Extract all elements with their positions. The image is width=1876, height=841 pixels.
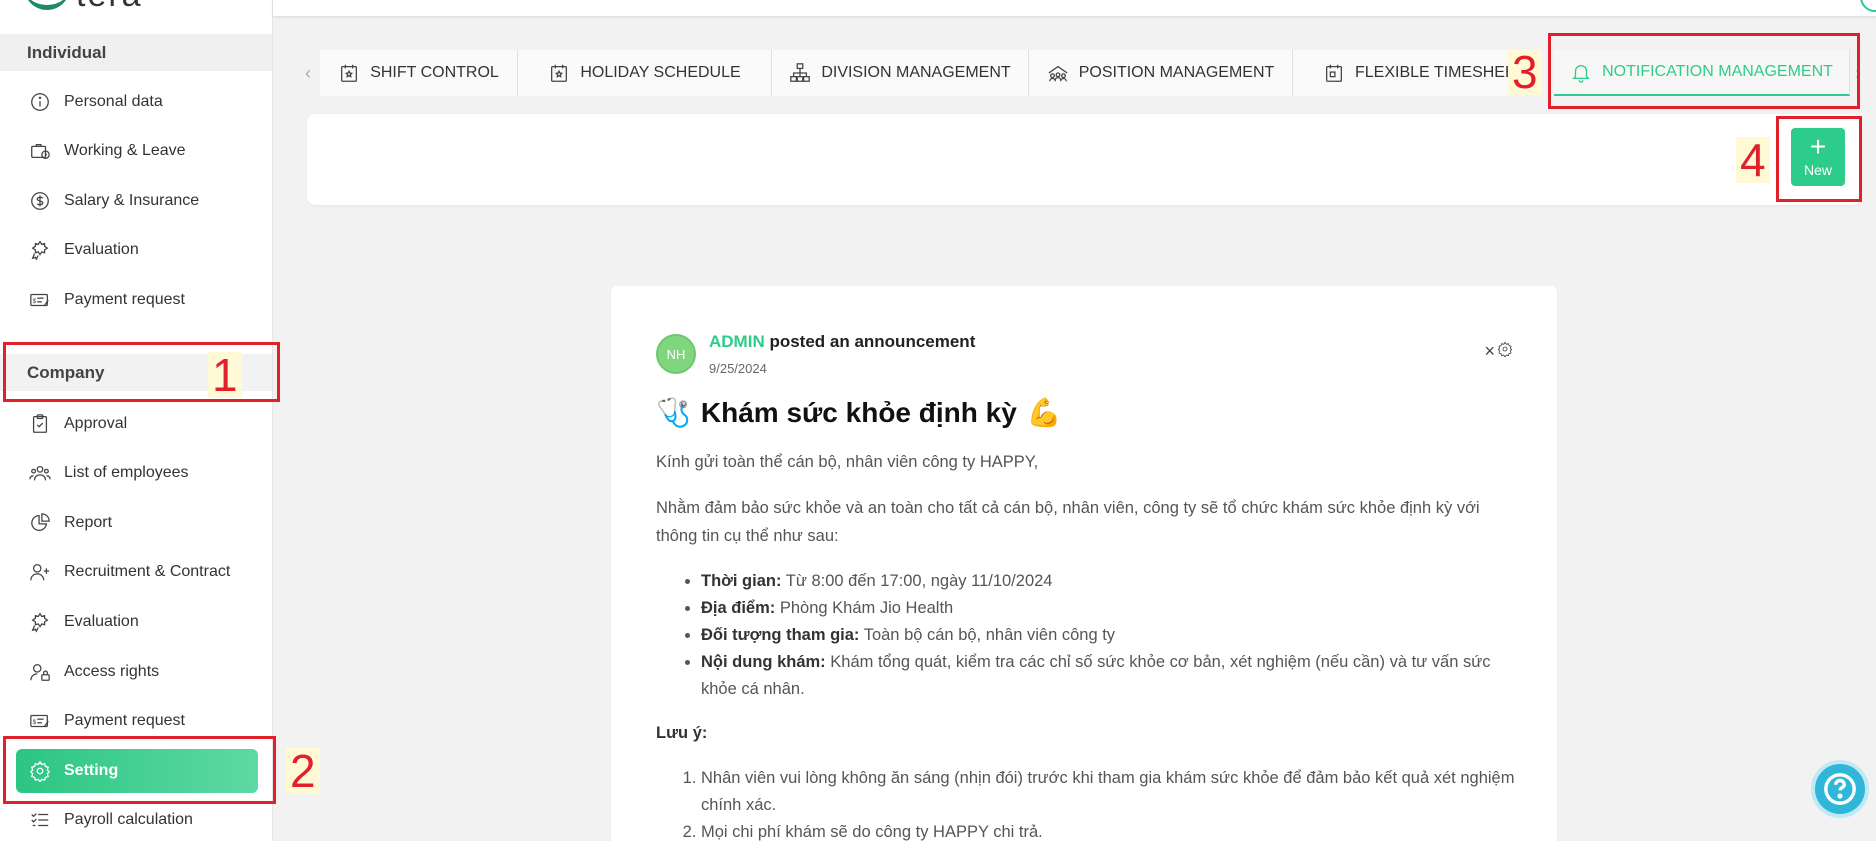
list-item: Nội dung khám: Khám tổng quát, kiểm tra … xyxy=(701,649,1516,703)
sidebar-item-access-rights[interactable]: Access rights xyxy=(0,652,272,692)
sidebar-item-approval[interactable]: Approval xyxy=(0,404,272,444)
sidebar-item-report[interactable]: Report xyxy=(0,503,272,543)
post-author[interactable]: ADMIN xyxy=(709,332,765,351)
annotation-number-4: 4 xyxy=(1736,137,1770,183)
tab-label: SHIFT CONTROL xyxy=(370,64,499,81)
sidebar-item-personal-data[interactable]: Personal data xyxy=(0,82,272,122)
tab-holiday-schedule[interactable]: HOLIDAY SCHEDULE xyxy=(518,50,772,96)
annotation-box-4 xyxy=(1776,116,1862,202)
sidebar-item-label: Payment request xyxy=(64,291,185,308)
sidebar-item-payroll-calculation[interactable]: Payroll calculation xyxy=(0,800,272,840)
brand-logo[interactable]: tera xyxy=(24,0,143,12)
tab-flexible-timesheet[interactable]: FLEXIBLE TIMESHEET xyxy=(1293,50,1527,96)
announcement-card: NH ADMIN posted an announcement 9/25/202… xyxy=(611,286,1557,841)
sidebar-item-salary-insurance[interactable]: Salary & Insurance xyxy=(0,181,272,221)
list-item: Địa điểm: Phòng Khám Jio Health xyxy=(701,595,1516,622)
sidebar: tera Individual Personal data Working & … xyxy=(0,0,273,841)
sidebar-item-company-payment-request[interactable]: $ Payment request xyxy=(0,701,272,741)
sidebar-item-label: Evaluation xyxy=(64,241,139,258)
tab-label: POSITION MANAGEMENT xyxy=(1078,64,1275,81)
gear-icon[interactable] xyxy=(1497,341,1513,362)
post-body: Kính gửi toàn thể cán bộ, nhân viên công… xyxy=(656,448,1516,841)
sidebar-item-list-of-employees[interactable]: List of employees xyxy=(0,453,272,493)
post-date: 9/25/2024 xyxy=(709,361,767,376)
evaluation-icon xyxy=(28,610,52,634)
user-avatar[interactable] xyxy=(1860,0,1876,12)
clipboard-check-icon xyxy=(28,412,52,436)
position-icon xyxy=(1047,62,1069,84)
list-item: Thời gian: Từ 8:00 đến 17:00, ngày 11/10… xyxy=(701,568,1516,595)
user-add-icon xyxy=(28,560,52,584)
list-item: Đối tượng tham gia: Toàn bộ cán bộ, nhân… xyxy=(701,622,1516,649)
briefcase-clock-icon xyxy=(28,139,52,163)
post-action: posted an announcement xyxy=(764,332,976,351)
list-item: Nhân viên vui lòng không ăn sáng (nhịn đ… xyxy=(701,765,1516,819)
user-lock-icon xyxy=(28,660,52,684)
sidebar-item-label: Approval xyxy=(64,415,128,432)
sidebar-item-label: Recruitment & Contract xyxy=(64,563,231,580)
tab-scroll-left-icon[interactable]: ‹ xyxy=(296,63,320,84)
users-icon xyxy=(28,461,52,485)
dollar-icon xyxy=(28,189,52,213)
payment-icon: $ xyxy=(28,709,52,733)
tab-position-management[interactable]: POSITION MANAGEMENT xyxy=(1029,50,1293,96)
post-notes-list: Nhân viên vui lòng không ăn sáng (nhịn đ… xyxy=(701,765,1516,841)
post-intro: Nhằm đảm bảo sức khỏe và an toàn cho tất… xyxy=(656,499,1480,545)
tab-label: FLEXIBLE TIMESHEET xyxy=(1355,64,1526,81)
sidebar-item-label: Access rights xyxy=(64,663,160,680)
post-title-text: Khám sức khỏe định kỳ xyxy=(700,396,1017,428)
section-header-individual: Individual xyxy=(0,34,272,71)
svg-text:$: $ xyxy=(33,298,37,305)
org-chart-icon xyxy=(789,62,811,84)
toolbar-card: + New xyxy=(307,114,1860,205)
annotation-box-2 xyxy=(3,736,276,804)
svg-text:$: $ xyxy=(33,719,37,726)
pie-chart-icon xyxy=(28,511,52,535)
tab-label: HOLIDAY SCHEDULE xyxy=(580,64,741,81)
evaluation-icon xyxy=(28,238,52,262)
tab-shift-control[interactable]: SHIFT CONTROL xyxy=(320,50,518,96)
sidebar-item-label: Report xyxy=(64,514,113,531)
sidebar-item-label: Evaluation xyxy=(64,613,139,630)
tab-division-management[interactable]: DIVISION MANAGEMENT xyxy=(772,50,1029,96)
question-icon xyxy=(1824,773,1856,805)
calendar-icon xyxy=(1323,62,1345,84)
help-button[interactable] xyxy=(1811,760,1869,818)
sidebar-item-label: Payroll calculation xyxy=(64,811,193,828)
post-meta: ADMIN posted an announcement xyxy=(709,332,975,352)
list-item: Mọi chi phí khám sẽ do công ty HAPPY chi… xyxy=(701,819,1516,841)
post-details-list: Thời gian: Từ 8:00 đến 17:00, ngày 11/10… xyxy=(701,568,1516,703)
sidebar-item-label: Working & Leave xyxy=(64,142,186,159)
post-note-label: Lưu ý: xyxy=(656,724,708,742)
post-greeting: Kính gửi toàn thể cán bộ, nhân viên công… xyxy=(656,453,1039,471)
annotation-box-3 xyxy=(1548,33,1860,109)
close-icon[interactable]: × xyxy=(1484,341,1495,362)
post-controls: × xyxy=(1484,341,1513,362)
checklist-icon xyxy=(28,808,52,832)
payment-icon: $ xyxy=(28,288,52,312)
sidebar-item-label: List of employees xyxy=(64,464,189,481)
top-header xyxy=(273,0,1876,16)
calendar-star-icon xyxy=(548,62,570,84)
flexed-biceps-icon: 💪 xyxy=(1026,397,1062,428)
sidebar-item-payment-request[interactable]: $ Payment request xyxy=(0,280,272,320)
info-icon xyxy=(28,90,52,114)
calendar-star-icon xyxy=(338,62,360,84)
annotation-number-3: 3 xyxy=(1508,49,1542,95)
avatar: NH xyxy=(656,334,696,374)
sidebar-item-label: Salary & Insurance xyxy=(64,192,200,209)
annotation-number-2: 2 xyxy=(286,748,320,794)
logo-text: tera xyxy=(76,0,143,12)
sidebar-item-company-evaluation[interactable]: Evaluation xyxy=(0,602,272,642)
sidebar-item-recruitment-contract[interactable]: Recruitment & Contract xyxy=(0,552,272,592)
sidebar-item-label: Personal data xyxy=(64,93,163,110)
sidebar-item-working-leave[interactable]: Working & Leave xyxy=(0,131,272,171)
tab-label: DIVISION MANAGEMENT xyxy=(821,64,1011,81)
sidebar-item-evaluation[interactable]: Evaluation xyxy=(0,230,272,270)
annotation-number-1: 1 xyxy=(208,352,242,398)
sidebar-item-label: Payment request xyxy=(64,712,185,729)
stethoscope-icon: 🩺 xyxy=(656,397,691,428)
post-title: 🩺 Khám sức khỏe định kỳ 💪 xyxy=(656,396,1062,429)
logo-mark-icon xyxy=(24,0,70,10)
